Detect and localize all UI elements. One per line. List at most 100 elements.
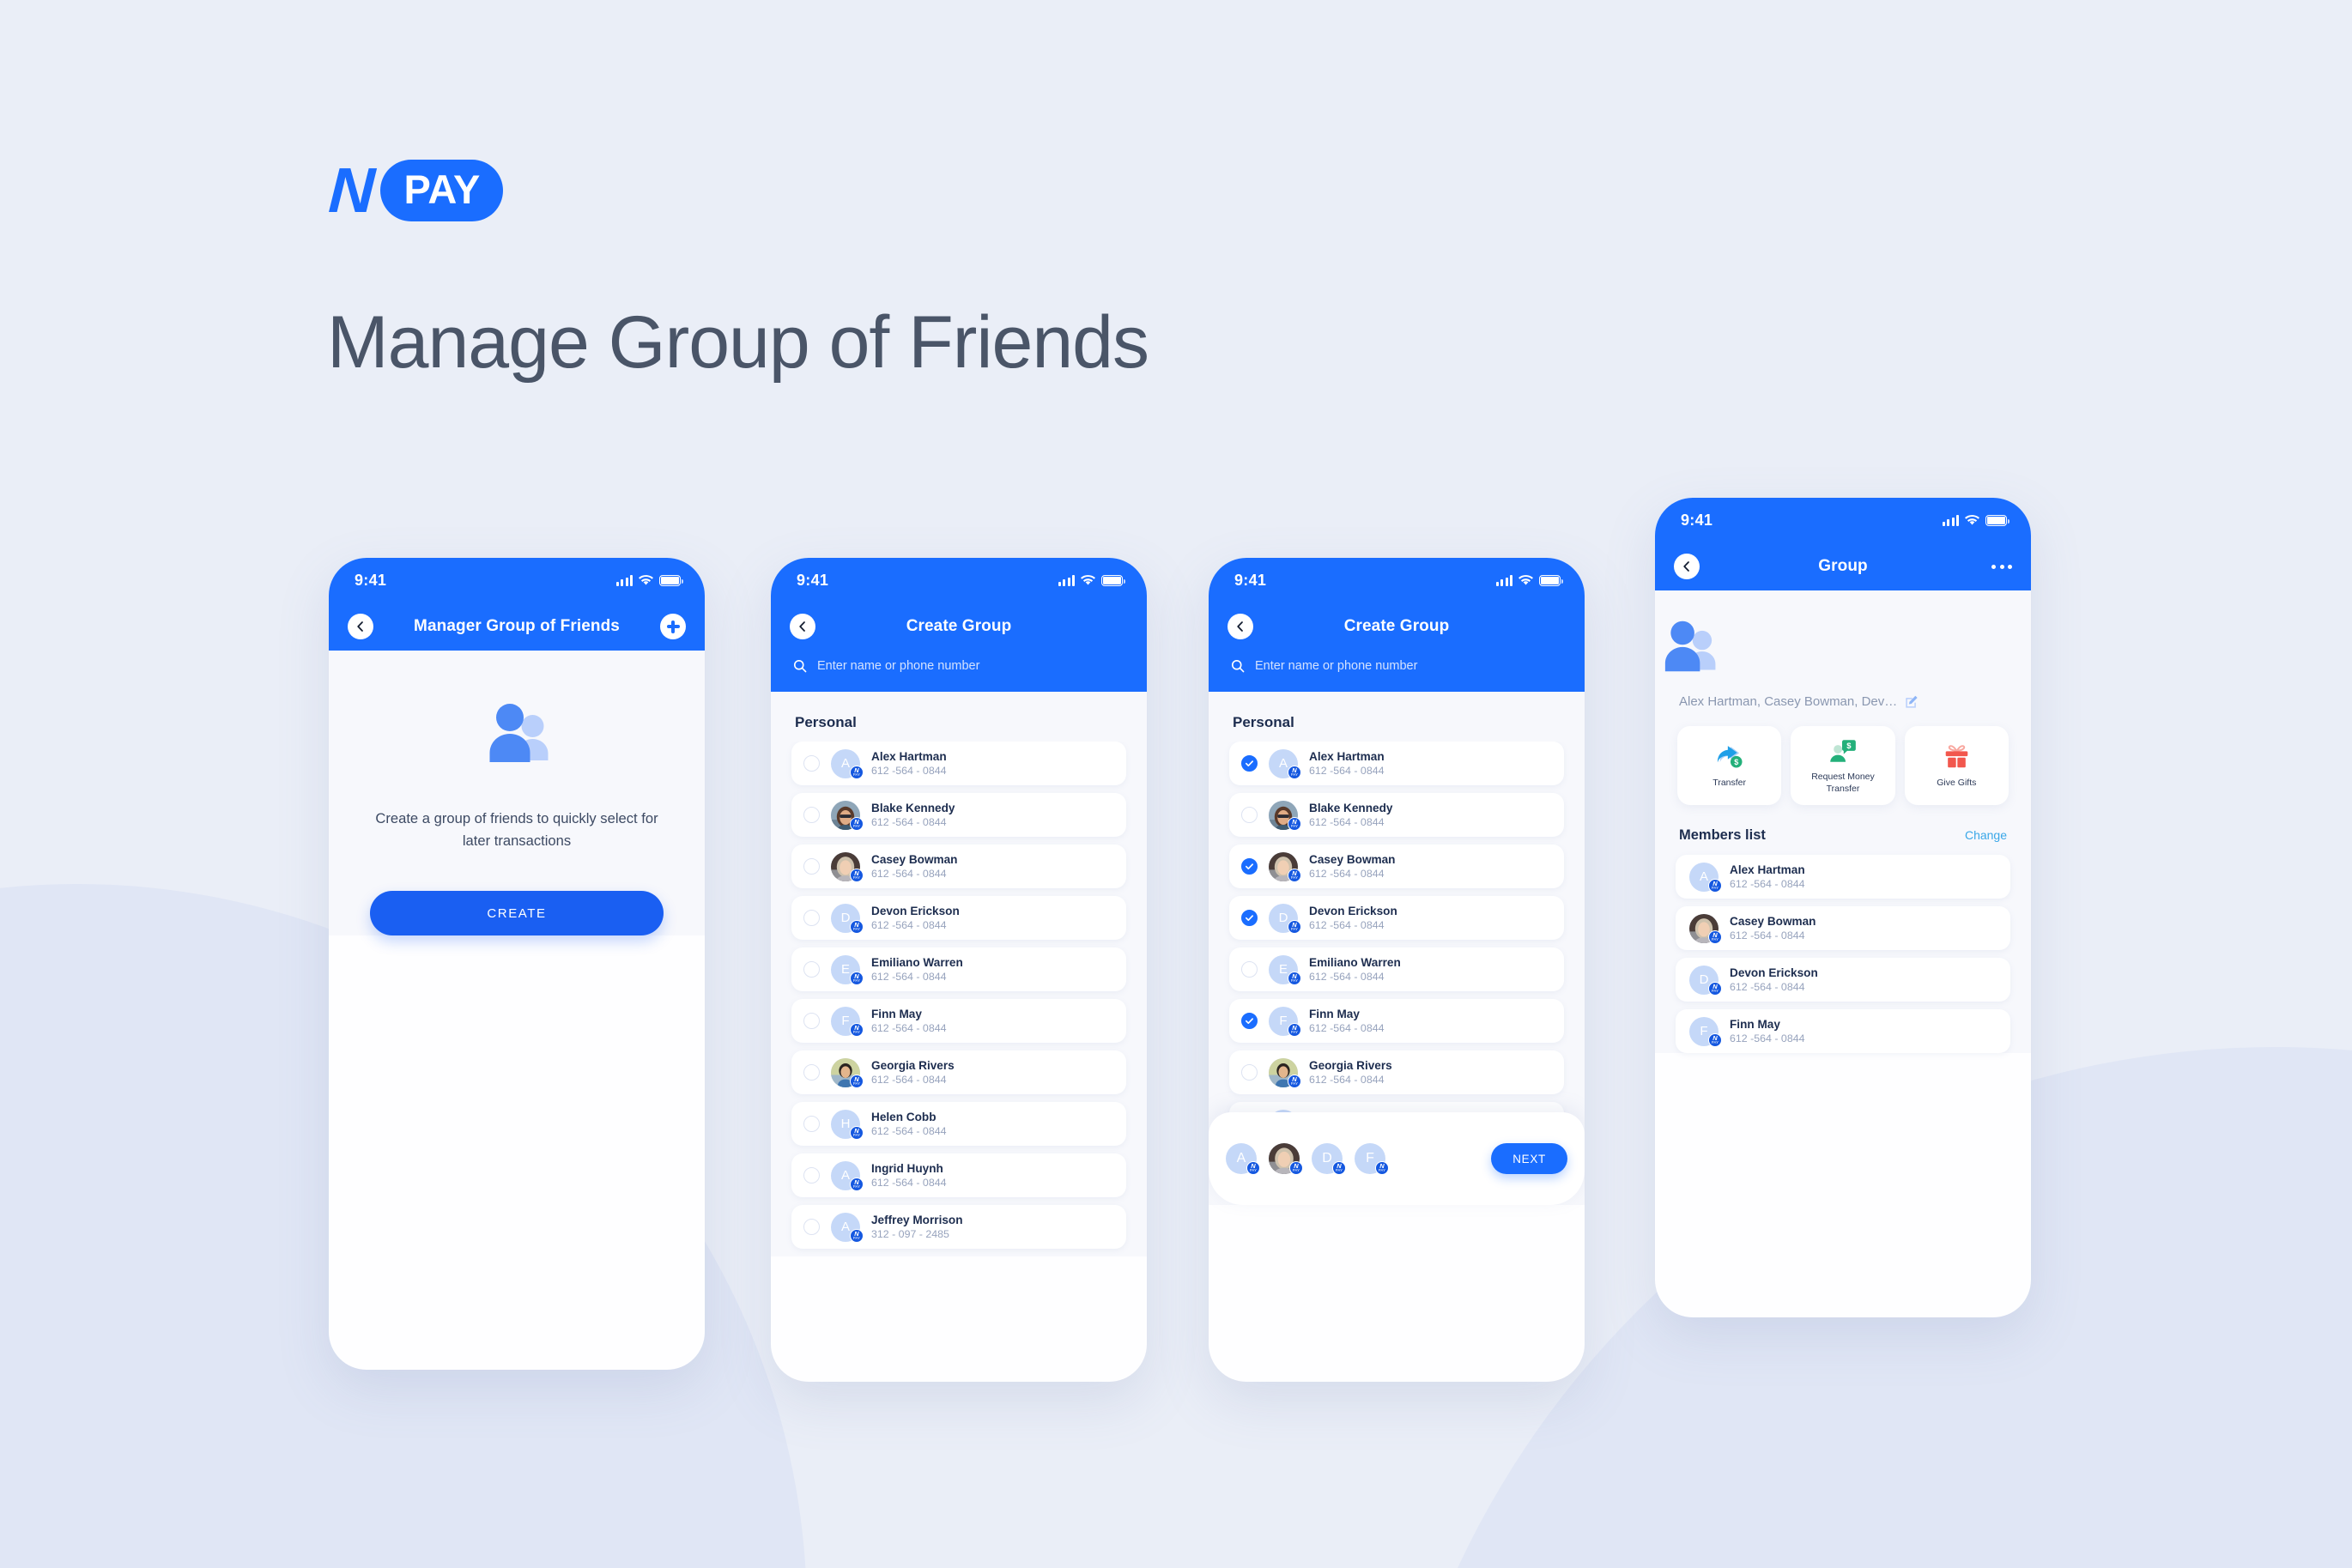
contact-select-toggle[interactable]: [1241, 1064, 1258, 1081]
contact-select-toggle[interactable]: [1241, 910, 1258, 926]
back-button[interactable]: [348, 614, 373, 639]
check-icon: [1246, 915, 1253, 921]
avatar-initial: E: [840, 962, 850, 977]
contact-select-toggle[interactable]: [803, 1167, 820, 1184]
contact-select-toggle[interactable]: [803, 1219, 820, 1235]
contact-row[interactable]: N PAY Blake Kennedy 612 -564 - 0844: [1229, 793, 1564, 837]
member-row[interactable]: D N PAY Devon Erickson 612 -564 - 0844: [1676, 958, 2010, 1002]
avatar: A NPAY: [1689, 862, 1722, 893]
back-button[interactable]: [1228, 614, 1253, 639]
contact-row[interactable]: D N PAY Devon Erickson 612 -564 - 0844: [791, 896, 1126, 940]
npay-badge-icon: NPAY: [1332, 1161, 1346, 1175]
chevron-left-icon: [1683, 561, 1689, 572]
contact-list[interactable]: A N PAY Alex Hartman 612 -564 - 0844 N PAY…: [771, 742, 1147, 1256]
screen3-navbar: Create Group: [1209, 602, 1585, 651]
screen3-title: Create Group: [1343, 617, 1450, 635]
npay-badge-icon: NPAY: [1708, 929, 1722, 944]
search-bar[interactable]: [1209, 651, 1585, 692]
cellular-signal-icon: [615, 574, 633, 586]
avatar: F N PAY: [1269, 1006, 1301, 1037]
back-button[interactable]: [790, 614, 815, 639]
avatar-initial: F: [1700, 1024, 1708, 1038]
screen2-topbar: 9:41 Create Group: [771, 558, 1147, 692]
members-list-title: Members list: [1679, 827, 1766, 843]
members-list-header: Members list Change: [1655, 805, 2031, 855]
contact-row[interactable]: H NPAY Helen Cobb 612 -564 - 0844: [791, 1102, 1126, 1146]
member-name: Alex Hartman: [1730, 863, 1805, 876]
contact-row[interactable]: E N PAY Emiliano Warren 612 -564 - 0844: [791, 947, 1126, 991]
svg-text:$: $: [1734, 759, 1738, 767]
contact-select-toggle[interactable]: [803, 807, 820, 823]
contact-select-toggle[interactable]: [803, 1116, 820, 1132]
contact-row[interactable]: N PAY Casey Bowman 612 -564 - 0844: [1229, 845, 1564, 888]
contact-select-toggle[interactable]: [1241, 1013, 1258, 1029]
contact-select-toggle[interactable]: [1241, 858, 1258, 875]
npay-badge-icon: NPAY: [850, 919, 864, 934]
cellular-signal-icon: [1058, 574, 1075, 586]
search-input[interactable]: [1255, 659, 1562, 673]
contact-select-toggle[interactable]: [803, 755, 820, 772]
contact-phone: 612 -564 - 0844: [871, 1177, 947, 1189]
npay-badge-icon: NPAY: [1288, 868, 1301, 882]
contact-row[interactable]: N PAY Georgia Rivers 612 -564 - 0844: [791, 1050, 1126, 1094]
npay-badge-icon: NPAY: [1288, 919, 1301, 934]
search-bar[interactable]: [771, 651, 1147, 692]
request-money-icon: $: [1830, 740, 1857, 762]
contact-select-toggle[interactable]: [1241, 807, 1258, 823]
contact-select-toggle[interactable]: [803, 1064, 820, 1081]
add-group-button[interactable]: [660, 614, 686, 639]
status-bar-clock: 9:41: [1681, 511, 1713, 529]
contact-row[interactable]: F N PAY Finn May 612 -564 - 0844: [1229, 999, 1564, 1043]
screen4-title: Group: [1818, 557, 1868, 575]
action-transfer[interactable]: $ Transfer: [1677, 726, 1782, 805]
contact-name: Finn May: [871, 1008, 922, 1020]
contact-select-toggle[interactable]: [803, 858, 820, 875]
contact-select-toggle[interactable]: [803, 961, 820, 978]
edit-pencil-icon[interactable]: [1905, 694, 1919, 709]
contact-phone: 612 -564 - 0844: [871, 765, 947, 777]
battery-icon: [659, 574, 684, 586]
contact-row[interactable]: N PAY Blake Kennedy 612 -564 - 0844: [791, 793, 1126, 837]
contact-row[interactable]: A N PAY Alex Hartman 612 -564 - 0844: [1229, 742, 1564, 785]
contact-phone: 612 -564 - 0844: [1309, 919, 1385, 931]
next-button[interactable]: NEXT: [1491, 1143, 1567, 1174]
contact-row[interactable]: N PAY Casey Bowman 612 -564 - 0844: [791, 845, 1126, 888]
contact-row[interactable]: E N PAY Emiliano Warren 612 -564 - 0844: [1229, 947, 1564, 991]
npay-badge-icon: NPAY: [1246, 1161, 1260, 1175]
contact-name: Devon Erickson: [1309, 905, 1397, 917]
back-button[interactable]: [1674, 554, 1700, 579]
contact-row[interactable]: A N PAY Alex Hartman 612 -564 - 0844: [791, 742, 1126, 785]
selected-contacts-bar: A N PAY N PAY D N PAY F N PAY NEXT: [1209, 1112, 1585, 1205]
avatar: D N PAY: [831, 903, 864, 934]
brand-letter-n: N: [326, 154, 375, 226]
contact-row[interactable]: A N PAY Jeffrey Morrison 312 - 097 - 2485: [791, 1205, 1126, 1249]
change-members-link[interactable]: Change: [1965, 828, 2007, 842]
avatar: A NPAY: [1226, 1143, 1260, 1175]
action-give-gifts[interactable]: Give Gifts: [1904, 726, 2009, 805]
avatar: A NPAY: [831, 1160, 864, 1191]
create-button[interactable]: CREATE: [370, 891, 664, 936]
member-phone: 612 -564 - 0844: [1730, 1032, 1805, 1044]
contact-row[interactable]: A NPAY Ingrid Huynh 612 -564 - 0844: [791, 1153, 1126, 1197]
contact-name: Casey Bowman: [871, 853, 958, 866]
contact-phone: 612 -564 - 0844: [871, 816, 947, 828]
member-row[interactable]: A N PAY Alex Hartman 612 -564 - 0844: [1676, 855, 2010, 899]
contact-row[interactable]: N PAY Georgia Rivers 612 -564 - 0844: [1229, 1050, 1564, 1094]
contact-select-toggle[interactable]: [1241, 755, 1258, 772]
contact-row[interactable]: D N PAY Devon Erickson 612 -564 - 0844: [1229, 896, 1564, 940]
member-row[interactable]: F N PAY Finn May 612 -564 - 0844: [1676, 1009, 2010, 1053]
cellular-signal-icon: [1495, 574, 1512, 586]
contact-select-toggle[interactable]: [1241, 961, 1258, 978]
search-input[interactable]: [817, 659, 1124, 673]
contact-row[interactable]: F N PAY Finn May 612 -564 - 0844: [791, 999, 1126, 1043]
avatar: F N PAY: [831, 1006, 864, 1037]
members-list[interactable]: A N PAY Alex Hartman 612 -564 - 0844 N PAY…: [1655, 855, 2031, 1053]
member-row[interactable]: N PAY Casey Bowman 612 -564 - 0844: [1676, 906, 2010, 950]
gift-box-icon: [1945, 745, 1968, 768]
contact-select-toggle[interactable]: [803, 1013, 820, 1029]
action-request-money-transfer[interactable]: $ Request Money Transfer: [1791, 726, 1895, 805]
more-options-button[interactable]: [1991, 564, 2012, 569]
screen2-navbar: Create Group: [771, 602, 1147, 651]
contact-select-toggle[interactable]: [803, 910, 820, 926]
avatar: N PAY: [1269, 800, 1301, 831]
